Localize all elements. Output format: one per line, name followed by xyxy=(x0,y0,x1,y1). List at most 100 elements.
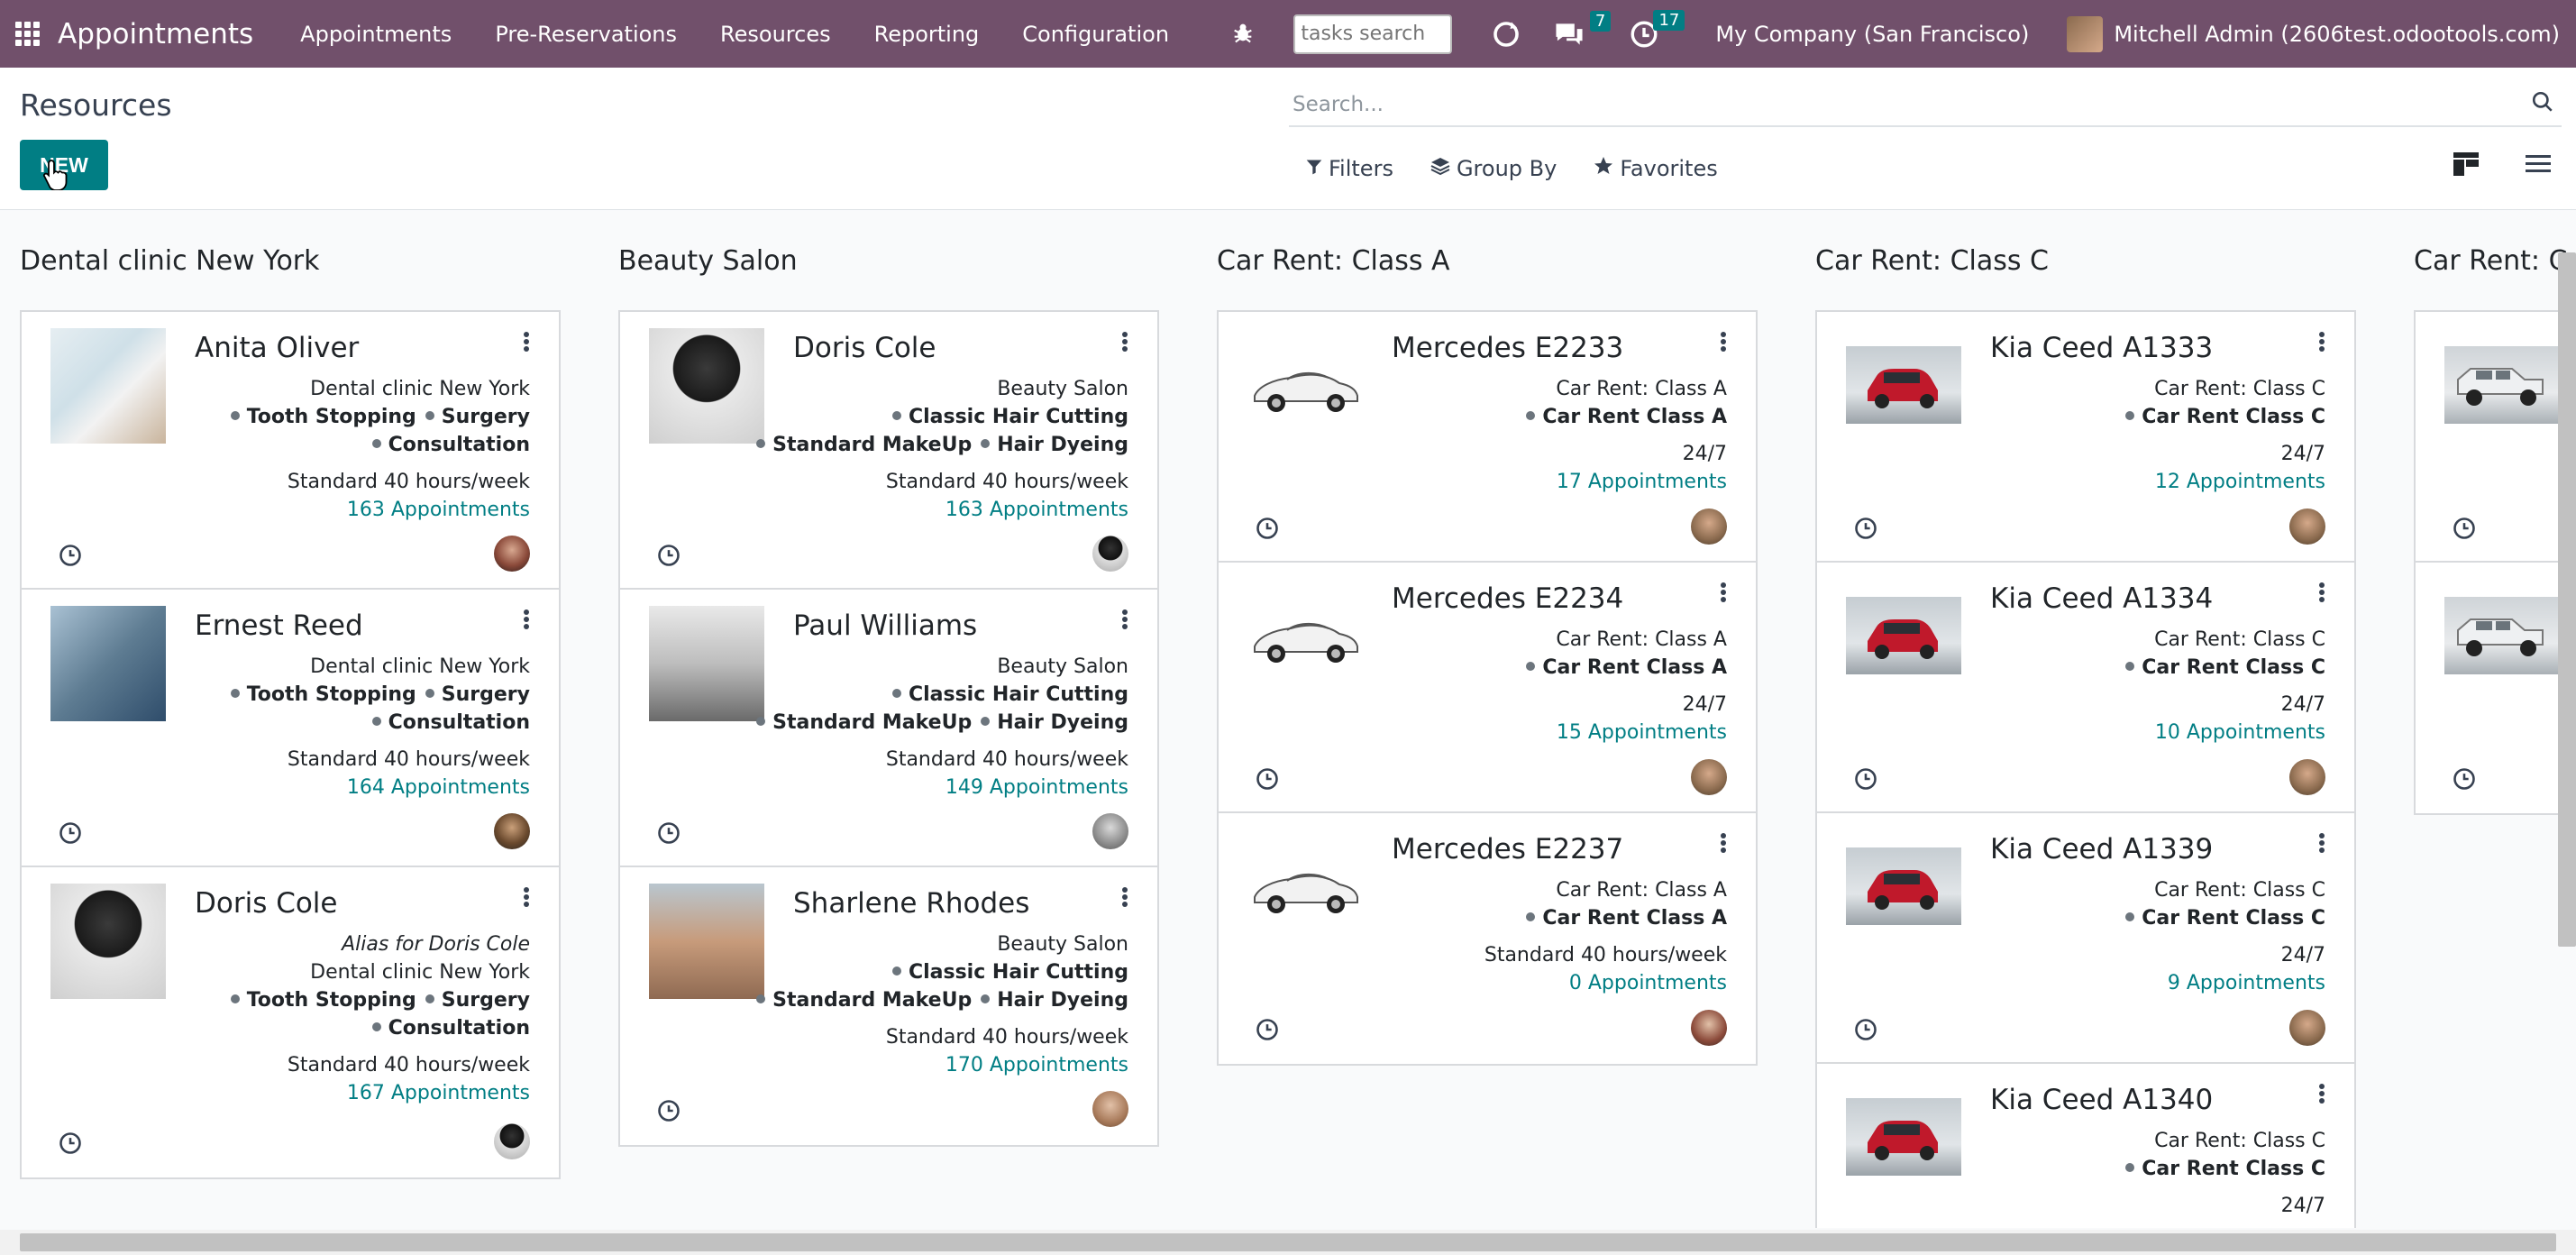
owner-avatar[interactable] xyxy=(1092,1091,1128,1127)
resource-card[interactable]: Doris Cole Beauty Salon Classic Hair Cut… xyxy=(620,312,1157,590)
search-input[interactable]: Search... xyxy=(1293,93,2527,116)
activity-clock-icon[interactable] xyxy=(656,820,681,846)
activity-clock-icon[interactable] xyxy=(2452,516,2477,541)
messages-icon[interactable]: 7 xyxy=(1553,10,1612,49)
activity-clock-icon[interactable] xyxy=(656,1098,681,1123)
resource-card[interactable]: Kia Ceed A1339 Car Rent: Class C Car Ren… xyxy=(1817,813,2354,1064)
kanban-view-icon[interactable] xyxy=(2448,146,2484,182)
activity-clock-icon[interactable] xyxy=(58,1131,83,1156)
card-dropdown-icon[interactable] xyxy=(523,609,532,633)
resource-card[interactable]: Paul Williams Beauty Salon Classic Hair … xyxy=(620,590,1157,867)
card-dropdown-icon[interactable] xyxy=(1720,332,1729,355)
activity-clock-icon[interactable] xyxy=(656,543,681,568)
kanban-board: Dental clinic New York Anita Oliver Dent… xyxy=(0,211,2576,1228)
app-brand[interactable]: Appointments xyxy=(58,18,253,50)
working-schedule: Standard 40 hours/week xyxy=(885,748,1128,771)
appointments-link[interactable]: 0 Appointments xyxy=(1484,969,1727,997)
appointments-link[interactable]: 10 Appointments xyxy=(2125,719,2325,747)
appointments-link[interactable]: 15 Appointments xyxy=(1526,719,1727,747)
debug-bug-icon[interactable] xyxy=(1230,20,1256,49)
menu-pre-reservations[interactable]: Pre-Reservations xyxy=(473,22,699,47)
activity-clock-icon[interactable] xyxy=(1255,516,1280,541)
activity-clock-icon[interactable] xyxy=(1853,1017,1878,1042)
menu-resources[interactable]: Resources xyxy=(699,22,853,47)
owner-avatar[interactable] xyxy=(1691,508,1727,545)
tasks-search-input[interactable] xyxy=(1293,14,1453,54)
horizontal-scrollbar[interactable] xyxy=(0,1230,2576,1255)
groupby-dropdown[interactable]: Group By xyxy=(1430,155,1557,182)
card-dropdown-icon[interactable] xyxy=(523,887,532,911)
activity-clock-icon[interactable] xyxy=(2452,766,2477,792)
filters-dropdown[interactable]: Filters xyxy=(1305,156,1393,181)
activities-clock-icon[interactable]: 17 xyxy=(1629,9,1685,50)
apps-menu-icon[interactable] xyxy=(14,22,40,47)
card-dropdown-icon[interactable] xyxy=(1121,887,1130,911)
resource-card[interactable]: Doris Cole Alias for Doris Cole Dental c… xyxy=(22,867,559,1177)
resource-card[interactable]: Mercedes E2237 Car Rent: Class A Car Ren… xyxy=(1219,813,1756,1064)
resource-card[interactable]: Sharlene Rhodes Beauty Salon Classic Hai… xyxy=(620,867,1157,1145)
card-dropdown-icon[interactable] xyxy=(2318,582,2327,606)
resource-card[interactable]: Kia Ceed A1333 Car Rent: Class C Car Ren… xyxy=(1817,312,2354,563)
appointments-link[interactable]: 164 Appointments xyxy=(231,774,530,802)
appointments-link[interactable]: 9 Appointments xyxy=(2125,969,2325,997)
resource-card[interactable]: Ernest Reed Dental clinic New York Tooth… xyxy=(22,590,559,867)
owner-avatar[interactable] xyxy=(494,536,530,572)
appointments-link[interactable]: 149 Appointments xyxy=(756,774,1128,802)
owner-avatar[interactable] xyxy=(1092,536,1128,572)
owner-avatar[interactable] xyxy=(2289,759,2325,795)
activity-clock-icon[interactable] xyxy=(58,820,83,846)
owner-avatar[interactable] xyxy=(494,813,530,849)
owner-avatar[interactable] xyxy=(2289,508,2325,545)
appointments-link[interactable]: 167 Appointments xyxy=(231,1079,530,1107)
user-avatar[interactable] xyxy=(2067,15,2104,52)
resource-card[interactable] xyxy=(2416,312,2576,563)
resource-card[interactable] xyxy=(2416,563,2576,813)
menu-configuration[interactable]: Configuration xyxy=(1000,22,1191,47)
resource-details: Dental clinic New York Tooth Stopping Sur… xyxy=(231,653,530,802)
card-dropdown-icon[interactable] xyxy=(2318,332,2327,355)
activity-clock-icon[interactable] xyxy=(1255,766,1280,792)
owner-avatar[interactable] xyxy=(1691,1010,1727,1046)
filters-label: Filters xyxy=(1329,156,1393,181)
activity-clock-icon[interactable] xyxy=(1853,766,1878,792)
appointments-link[interactable]: 163 Appointments xyxy=(231,496,530,524)
resource-details: Car Rent: Class A Car Rent Class A 24/7 … xyxy=(1526,626,1727,747)
appointments-link[interactable]: 163 Appointments xyxy=(756,496,1128,524)
favorites-dropdown[interactable]: Favorites xyxy=(1593,155,1718,182)
menu-appointments[interactable]: Appointments xyxy=(279,22,473,47)
list-view-icon[interactable] xyxy=(2520,146,2556,182)
menu-reporting[interactable]: Reporting xyxy=(853,22,1001,47)
search-bar[interactable]: Search... xyxy=(1289,84,2562,127)
horizontal-scrollbar-thumb[interactable] xyxy=(20,1233,2556,1251)
card-dropdown-icon[interactable] xyxy=(2318,1084,2327,1107)
card-dropdown-icon[interactable] xyxy=(1720,582,1729,606)
card-dropdown-icon[interactable] xyxy=(1121,332,1130,355)
resource-card[interactable]: Kia Ceed A1340 Car Rent: Class C Car Ren… xyxy=(1817,1064,2354,1228)
activity-clock-icon[interactable] xyxy=(1255,1017,1280,1042)
resource-card[interactable]: Anita Oliver Dental clinic New York Toot… xyxy=(22,312,559,590)
layers-icon xyxy=(1430,155,1451,182)
refresh-icon[interactable] xyxy=(1490,18,1522,50)
resource-card[interactable]: Mercedes E2233 Car Rent: Class A Car Ren… xyxy=(1219,312,1756,563)
appointments-link[interactable]: 170 Appointments xyxy=(756,1051,1128,1079)
card-dropdown-icon[interactable] xyxy=(2318,833,2327,857)
resource-card[interactable]: Mercedes E2234 Car Rent: Class A Car Ren… xyxy=(1219,563,1756,813)
search-icon[interactable] xyxy=(2531,90,2554,119)
owner-avatar[interactable] xyxy=(2289,1010,2325,1046)
working-schedule: 24/7 xyxy=(2280,944,2325,966)
card-dropdown-icon[interactable] xyxy=(1720,833,1729,857)
appointments-link[interactable]: 17 Appointments xyxy=(1526,468,1727,496)
company-switcher[interactable]: My Company (San Francisco) xyxy=(1715,22,2029,47)
owner-avatar[interactable] xyxy=(1092,813,1128,849)
owner-avatar[interactable] xyxy=(1691,759,1727,795)
card-dropdown-icon[interactable] xyxy=(1121,609,1130,633)
capability-tag: Standard MakeUp xyxy=(756,711,972,734)
user-menu[interactable]: Mitchell Admin (2606test.odootools.com) xyxy=(2114,22,2560,47)
vertical-scrollbar[interactable] xyxy=(2558,252,2576,947)
owner-avatar[interactable] xyxy=(494,1123,530,1159)
card-dropdown-icon[interactable] xyxy=(523,332,532,355)
activity-clock-icon[interactable] xyxy=(58,543,83,568)
resource-card[interactable]: Kia Ceed A1334 Car Rent: Class C Car Ren… xyxy=(1817,563,2354,813)
appointments-link[interactable]: 12 Appointments xyxy=(2125,468,2325,496)
activity-clock-icon[interactable] xyxy=(1853,516,1878,541)
